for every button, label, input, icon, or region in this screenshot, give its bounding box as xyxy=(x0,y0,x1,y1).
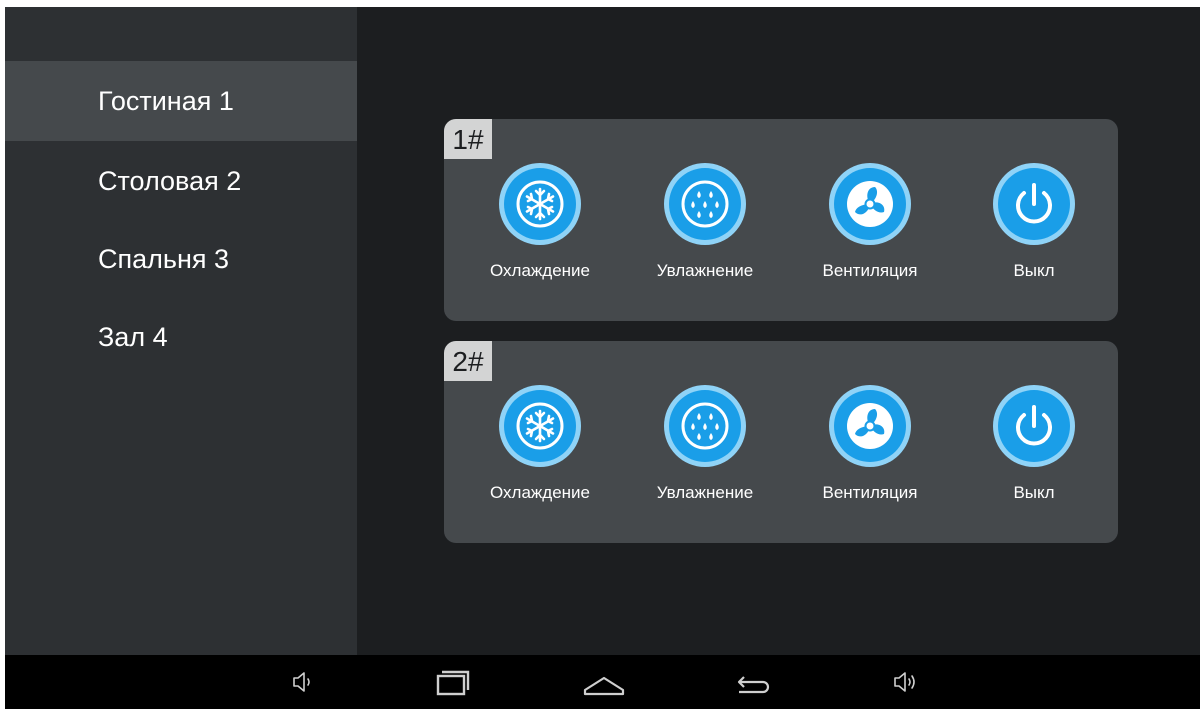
recent-apps-button[interactable] xyxy=(433,665,473,699)
recent-apps-icon xyxy=(436,670,470,696)
ventilation-button[interactable]: Вентиляция xyxy=(800,163,940,293)
droplets-icon xyxy=(664,163,746,245)
sidebar-item-hall[interactable]: Зал 4 xyxy=(5,297,357,377)
volume-down-icon xyxy=(293,672,310,692)
sidebar-item-dining-room[interactable]: Столовая 2 xyxy=(5,141,357,221)
mode-label: Увлажнение xyxy=(656,261,754,280)
droplets-icon xyxy=(664,385,746,467)
mode-label: Вентиляция xyxy=(822,261,918,280)
volume-up-button[interactable] xyxy=(889,665,921,699)
unit-label: 1# xyxy=(444,119,492,159)
mode-label: Выкл xyxy=(1013,261,1055,280)
power-off-button[interactable]: Выкл xyxy=(964,163,1104,293)
ac-control-screen: Гостиная 1 Столовая 2 Спальня 3 Зал 4 1# xyxy=(5,7,1200,709)
main-content: 1# Охлаждение Увлажнение Вентиляция Выкл… xyxy=(357,7,1200,655)
mode-label: Охлаждение xyxy=(490,261,590,280)
humidify-button[interactable]: Увлажнение xyxy=(635,385,775,515)
sidebar-item-bedroom[interactable]: Спальня 3 xyxy=(5,219,357,299)
home-button[interactable] xyxy=(581,665,627,699)
mode-label: Вентиляция xyxy=(822,483,918,502)
cooling-button[interactable]: Охлаждение xyxy=(470,385,610,515)
humidify-button[interactable]: Увлажнение xyxy=(635,163,775,293)
volume-down-button[interactable] xyxy=(287,665,317,699)
unit-label: 2# xyxy=(444,341,492,381)
fan-icon xyxy=(829,385,911,467)
sidebar-item-living-room[interactable]: Гостиная 1 xyxy=(5,61,357,141)
back-icon xyxy=(737,676,770,694)
ventilation-button[interactable]: Вентиляция xyxy=(800,385,940,515)
volume-up-icon xyxy=(894,672,915,692)
fan-icon xyxy=(829,163,911,245)
system-navigation-bar xyxy=(5,655,1200,709)
power-icon xyxy=(993,163,1075,245)
back-button[interactable] xyxy=(733,665,775,699)
mode-label: Выкл xyxy=(1013,483,1055,502)
ac-unit-panel-2: 2# Охлаждение Увлажнение Вентиляция Выкл xyxy=(444,341,1118,543)
snowflake-icon xyxy=(499,385,581,467)
ac-unit-panel-1: 1# Охлаждение Увлажнение Вентиляция Выкл xyxy=(444,119,1118,321)
power-off-button[interactable]: Выкл xyxy=(964,385,1104,515)
home-icon xyxy=(583,676,625,696)
snowflake-icon xyxy=(499,163,581,245)
room-sidebar: Гостиная 1 Столовая 2 Спальня 3 Зал 4 xyxy=(5,7,357,655)
mode-label: Увлажнение xyxy=(656,483,754,502)
mode-label: Охлаждение xyxy=(490,483,590,502)
cooling-button[interactable]: Охлаждение xyxy=(470,163,610,293)
power-icon xyxy=(993,385,1075,467)
